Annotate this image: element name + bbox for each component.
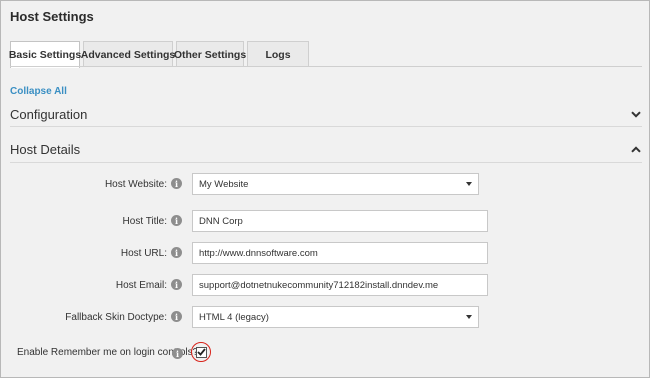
tab-other-settings[interactable]: Other Settings [174,41,246,67]
info-icon[interactable]: i [172,348,183,359]
tab-underline [10,66,642,67]
host-email-row: Host Email: i [1,274,650,298]
section-host-details[interactable]: Host Details [10,135,642,163]
chevron-up-icon [630,144,642,154]
fallback-doctype-row: Fallback Skin Doctype: i HTML 4 (legacy) [1,306,650,330]
section-host-details-title: Host Details [10,141,81,157]
caret-down-icon [466,182,472,186]
info-icon[interactable]: i [171,178,182,189]
caret-down-icon [466,315,472,319]
fallback-doctype-label: Fallback Skin Doctype: [65,311,167,323]
info-icon[interactable]: i [171,215,182,226]
host-url-row: Host URL: i [1,242,650,266]
fallback-doctype-value: HTML 4 (legacy) [199,311,269,323]
remember-me-checkbox[interactable] [195,346,207,358]
tab-advanced-settings[interactable]: Advanced Settings [81,41,175,67]
host-website-select[interactable]: My Website [192,173,479,195]
info-icon[interactable]: i [171,247,182,258]
host-title-input[interactable] [192,210,488,232]
collapse-all-link[interactable]: Collapse All [10,86,67,97]
section-divider [10,162,642,163]
host-title-row: Host Title: i [1,210,650,234]
host-url-input[interactable] [192,242,488,264]
info-icon[interactable]: i [171,279,182,290]
host-website-value: My Website [199,178,249,190]
host-title-label: Host Title: [122,215,167,227]
check-icon [196,348,206,356]
chevron-down-icon [630,109,642,119]
host-url-label: Host URL: [120,247,167,259]
host-website-row: Host Website: i My Website [1,173,650,197]
section-configuration[interactable]: Configuration [10,100,642,128]
highlight-ring [191,342,211,362]
tab-logs[interactable]: Logs [247,41,309,67]
host-email-label: Host Email: [115,279,167,291]
section-divider [10,126,642,127]
host-settings-panel: Host Settings Basic Settings Advanced Se… [0,0,650,378]
host-website-label: Host Website: [104,178,167,190]
host-email-input[interactable] [192,274,488,296]
page-title: Host Settings [10,9,94,24]
info-icon[interactable]: i [171,311,182,322]
tab-basic-settings[interactable]: Basic Settings [9,41,81,68]
section-configuration-title: Configuration [10,106,88,122]
fallback-doctype-select[interactable]: HTML 4 (legacy) [192,306,479,328]
